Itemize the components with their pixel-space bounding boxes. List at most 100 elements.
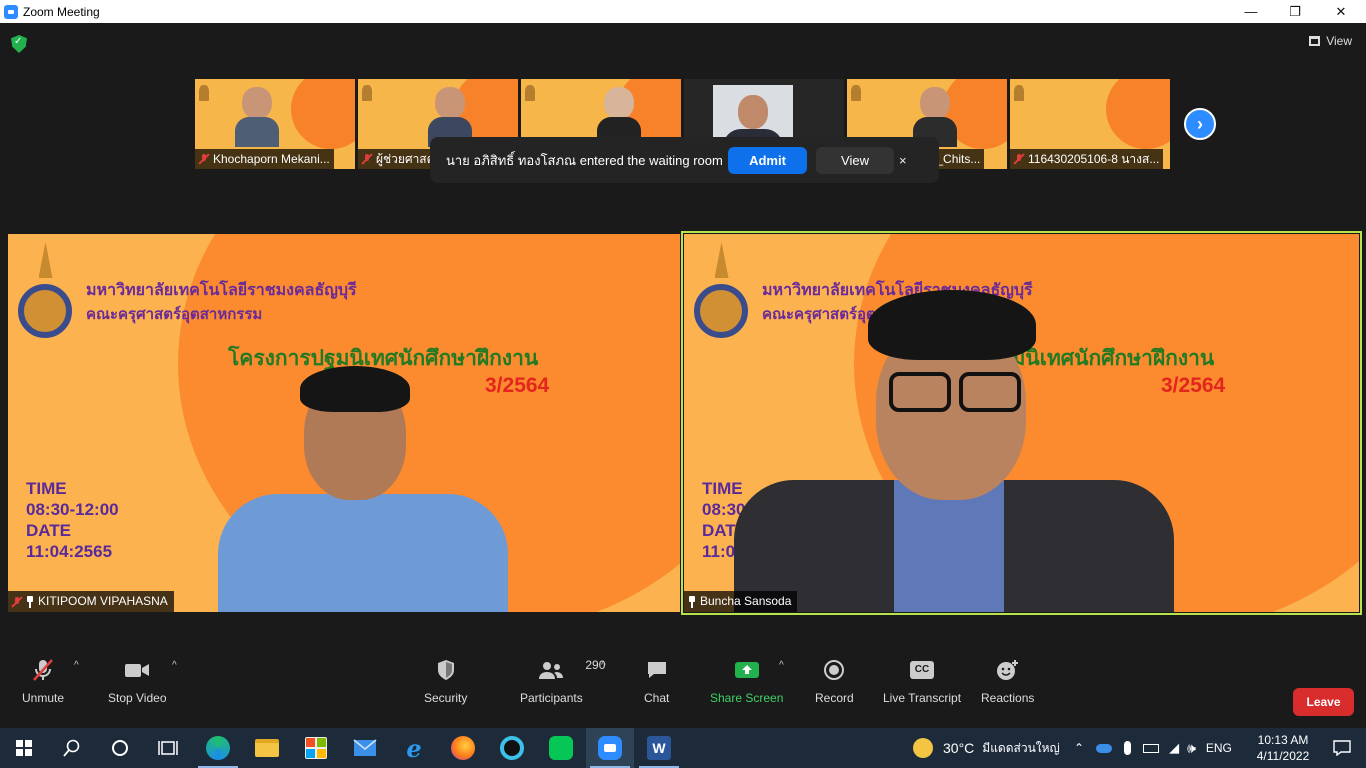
view-waiting-room-button[interactable]: View: [816, 146, 894, 174]
taskbar-webex-button[interactable]: [488, 728, 536, 768]
audio-options-caret[interactable]: ^: [74, 660, 79, 671]
taskbar-firefox-button[interactable]: [439, 728, 487, 768]
muted-microphone-icon: [31, 658, 55, 682]
participants-button[interactable]: 290 Participants: [520, 658, 605, 705]
participant-name: Buncha Sansoda: [700, 594, 792, 608]
taskbar-file-explorer-button[interactable]: [243, 728, 291, 768]
smiley-plus-icon: [996, 658, 1020, 682]
view-layout-label: View: [1326, 34, 1352, 48]
task-view-icon: [158, 741, 178, 755]
meeting-area: View Khochaporn Mekani... ผู้ช่วยศาสตร: [0, 23, 1366, 728]
muted-mic-icon: [1014, 153, 1024, 165]
participant-thumbnail[interactable]: 116430205106-8 นางส...: [1010, 79, 1170, 169]
meeting-toolbar: Unmute ^ Stop Video ^ Security 290 Parti…: [0, 648, 1366, 728]
shield-icon: [436, 658, 456, 682]
taskbar-zoom-button[interactable]: [586, 728, 634, 768]
close-notification-button[interactable]: ×: [899, 153, 907, 168]
window-title-bar: Zoom Meeting — ❐ ✕: [0, 0, 1366, 23]
security-button[interactable]: Security: [424, 658, 467, 705]
folder-icon: [255, 739, 279, 757]
minimize-button[interactable]: —: [1228, 0, 1274, 23]
university-logo: [525, 85, 535, 101]
unmute-button[interactable]: Unmute: [22, 658, 64, 705]
clock-date: 4/11/2022: [1256, 749, 1310, 763]
window-title: Zoom Meeting: [23, 4, 100, 19]
internet-explorer-icon: e: [406, 733, 422, 763]
volume-icon[interactable]: 🕪: [1187, 740, 1196, 757]
cortana-button[interactable]: [96, 728, 144, 768]
participants-options-caret[interactable]: ^: [601, 660, 606, 671]
zoom-app-icon: [4, 4, 18, 19]
chevron-up-icon[interactable]: ⌃: [1074, 741, 1084, 755]
stop-video-button[interactable]: Stop Video: [108, 658, 167, 705]
video-tile-left[interactable]: มหาวิทยาลัยเทคโนโลยีราชมงคลธัญบุรี คณะคร…: [8, 234, 680, 612]
record-button[interactable]: Record: [815, 658, 854, 705]
video-tile-right[interactable]: มหาวิทยาลัยเทคโนโลยีราชมงคลธัญบุรี คณะคร…: [681, 231, 1362, 615]
next-page-button[interactable]: ›: [1184, 108, 1216, 140]
slide-faculty-name: คณะครุศาสตร์อุตสาหกรรม: [86, 305, 263, 323]
taskbar-search-button[interactable]: [48, 728, 96, 768]
university-logo: [199, 85, 209, 101]
share-screen-icon: [734, 658, 760, 682]
weather-widget[interactable]: 30°C มีแดดส่วนใหญ่: [913, 728, 1060, 768]
store-bag-icon: [305, 737, 327, 759]
clock-time: 10:13 AM: [1257, 733, 1309, 747]
taskbar-mail-button[interactable]: [341, 728, 389, 768]
windows-taskbar: e W 30°C มีแดดส่วนใหญ่ ⌃ ◢ 🕪 ENG 10:13 A…: [0, 728, 1366, 768]
taskbar-word-button[interactable]: W: [635, 728, 683, 768]
close-window-button[interactable]: ✕: [1318, 0, 1364, 23]
university-logo: [362, 85, 372, 101]
taskbar-ie-button[interactable]: e: [390, 728, 438, 768]
participant-name-label: 116430205106-8 นางส...: [1010, 149, 1164, 169]
participant-thumbnail[interactable]: Khochaporn Mekani...: [195, 79, 355, 169]
windows-logo-icon: [16, 740, 32, 756]
reactions-button[interactable]: Reactions: [981, 658, 1034, 705]
slide-background-circle: [291, 79, 355, 149]
participant-name-tag: KITIPOOM VIPAHASNA: [8, 591, 174, 612]
leave-meeting-button[interactable]: Leave: [1293, 688, 1354, 716]
microphone-icon[interactable]: [1124, 741, 1132, 755]
participant-video-person: [218, 364, 518, 612]
taskbar-edge-button[interactable]: [194, 728, 242, 768]
task-view-button[interactable]: [144, 728, 192, 768]
university-logo: [18, 242, 73, 340]
slide-university-name: มหาวิทยาลัยเทคโนโลยีราชมงคลธัญบุรี: [86, 280, 357, 299]
record-icon: [823, 658, 845, 682]
maximize-button[interactable]: ❐: [1272, 0, 1318, 23]
cortana-circle-icon: [112, 740, 128, 756]
share-screen-button[interactable]: Share Screen: [710, 658, 783, 705]
partly-sunny-icon: [913, 738, 933, 758]
video-options-caret[interactable]: ^: [172, 660, 177, 671]
chevron-right-icon: ›: [1197, 113, 1203, 134]
video-camera-icon: [124, 658, 150, 682]
participant-video-person: [734, 290, 1174, 612]
waiting-room-message: นาย อภิสิทธิ์ ทองโสภณ entered the waitin…: [446, 152, 723, 168]
slide-schedule: TIME 08:30-12:00 DATE 11:04:2565: [26, 479, 119, 561]
chat-button[interactable]: Chat: [644, 658, 669, 705]
weather-temperature: 30°C: [943, 740, 975, 756]
edge-icon: [206, 736, 230, 760]
input-language[interactable]: ENG: [1206, 741, 1232, 755]
battery-icon[interactable]: [1143, 743, 1160, 753]
participant-name-label: Khochaporn Mekani...: [195, 149, 334, 169]
muted-mic-icon: [362, 153, 372, 165]
encryption-shield-icon[interactable]: [11, 35, 27, 53]
taskbar-line-button[interactable]: [537, 728, 585, 768]
people-icon: 290: [538, 658, 605, 682]
notifications-button[interactable]: [1318, 728, 1366, 768]
participant-name-tag: Buncha Sansoda: [684, 591, 798, 612]
share-options-caret[interactable]: ^: [779, 660, 784, 671]
mail-icon: [353, 739, 377, 756]
university-logo: [851, 85, 861, 101]
slide-background-circle: [1106, 79, 1170, 149]
chat-bubble-icon: [646, 658, 668, 682]
wifi-icon[interactable]: ◢: [1169, 740, 1179, 756]
admit-button[interactable]: Admit: [728, 146, 807, 174]
closed-caption-icon: CC: [910, 658, 935, 682]
onedrive-cloud-icon[interactable]: [1096, 743, 1113, 753]
windows-start-button[interactable]: [0, 728, 48, 768]
live-transcript-button[interactable]: CC Live Transcript: [883, 658, 961, 705]
view-layout-button[interactable]: View: [1309, 34, 1352, 48]
clock[interactable]: 10:13 AM 4/11/2022: [1255, 728, 1311, 768]
taskbar-store-button[interactable]: [292, 728, 340, 768]
